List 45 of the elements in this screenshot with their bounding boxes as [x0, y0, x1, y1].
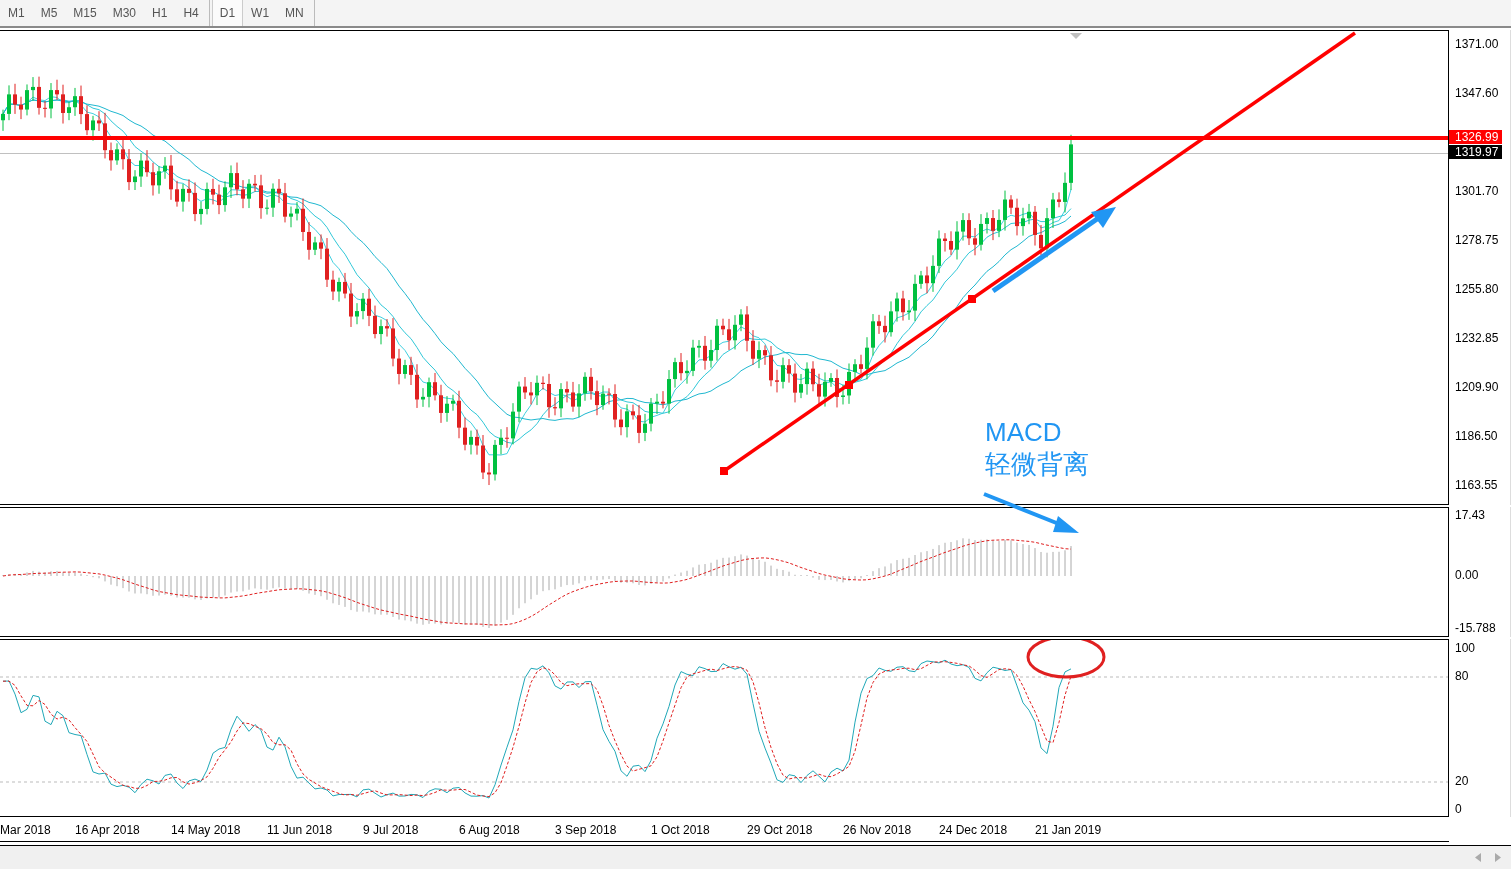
stochastic-tick-label: 0: [1455, 802, 1462, 816]
price-tick-label: 1232.85: [1455, 331, 1499, 345]
timeframe-tab[interactable]: M5: [32, 0, 66, 26]
date-label: 29 Oct 2018: [747, 823, 813, 837]
date-label: 26 Nov 2018: [843, 823, 912, 837]
timeframe-tab[interactable]: MN: [277, 0, 312, 26]
macd-tick-label: 17.43: [1455, 508, 1486, 522]
line-price-label: 1326.99: [1449, 130, 1503, 144]
timeframe-tab[interactable]: W1: [243, 0, 278, 26]
price-tick-label: 1301.70: [1455, 184, 1499, 198]
date-label: 14 May 2018: [171, 823, 241, 837]
macd-tick-label: -15.788: [1455, 621, 1496, 635]
timeframe-tab[interactable]: H1: [144, 0, 176, 26]
date-label: 3 Sep 2018: [555, 823, 617, 837]
date-label: 21 Jan 2019: [1035, 823, 1102, 837]
scroll-bar[interactable]: [0, 845, 1511, 869]
shift-marker-icon: [1070, 33, 1082, 39]
timeframe-tab[interactable]: M1: [0, 0, 33, 26]
scroll-left-icon[interactable]: [1475, 853, 1481, 862]
date-label: 11 Jun 2018: [267, 823, 333, 837]
date-label: 9 Jul 2018: [363, 823, 419, 837]
stochastic-tick-label: 80: [1455, 669, 1469, 683]
timeframe-tab[interactable]: M15: [65, 0, 105, 26]
date-label: 6 Aug 2018: [459, 823, 520, 837]
timeframe-tab[interactable]: H4: [175, 0, 207, 26]
date-label: Mar 2018: [0, 823, 51, 837]
scroll-right-icon[interactable]: [1495, 853, 1501, 862]
price-tick-label: 1347.60: [1455, 86, 1499, 100]
price-tick-label: 1255.80: [1455, 282, 1499, 296]
macd-tick-label: 0.00: [1455, 568, 1479, 582]
price-tick-label: 1371.00: [1455, 37, 1499, 51]
stochastic-tick-label: 100: [1455, 641, 1476, 655]
annotation-title: MACD: [985, 416, 1063, 448]
date-label: 16 Apr 2018: [75, 823, 140, 837]
date-label: 24 Dec 2018: [939, 823, 1008, 837]
price-tick-label: 1278.75: [1455, 233, 1499, 247]
current-price-label: 1319.97: [1449, 145, 1503, 159]
stochastic-tick-label: 20: [1455, 774, 1469, 788]
annotation-text: 轻微背离: [985, 448, 1089, 480]
timeframe-tab[interactable]: D1: [211, 0, 244, 26]
price-tick-label: 1209.90: [1455, 380, 1499, 394]
price-tick-label: 1186.50: [1455, 429, 1498, 443]
timeframe-tab[interactable]: M30: [104, 0, 145, 26]
price-tick-label: 1163.55: [1455, 478, 1498, 492]
date-label: 1 Oct 2018: [651, 823, 710, 837]
